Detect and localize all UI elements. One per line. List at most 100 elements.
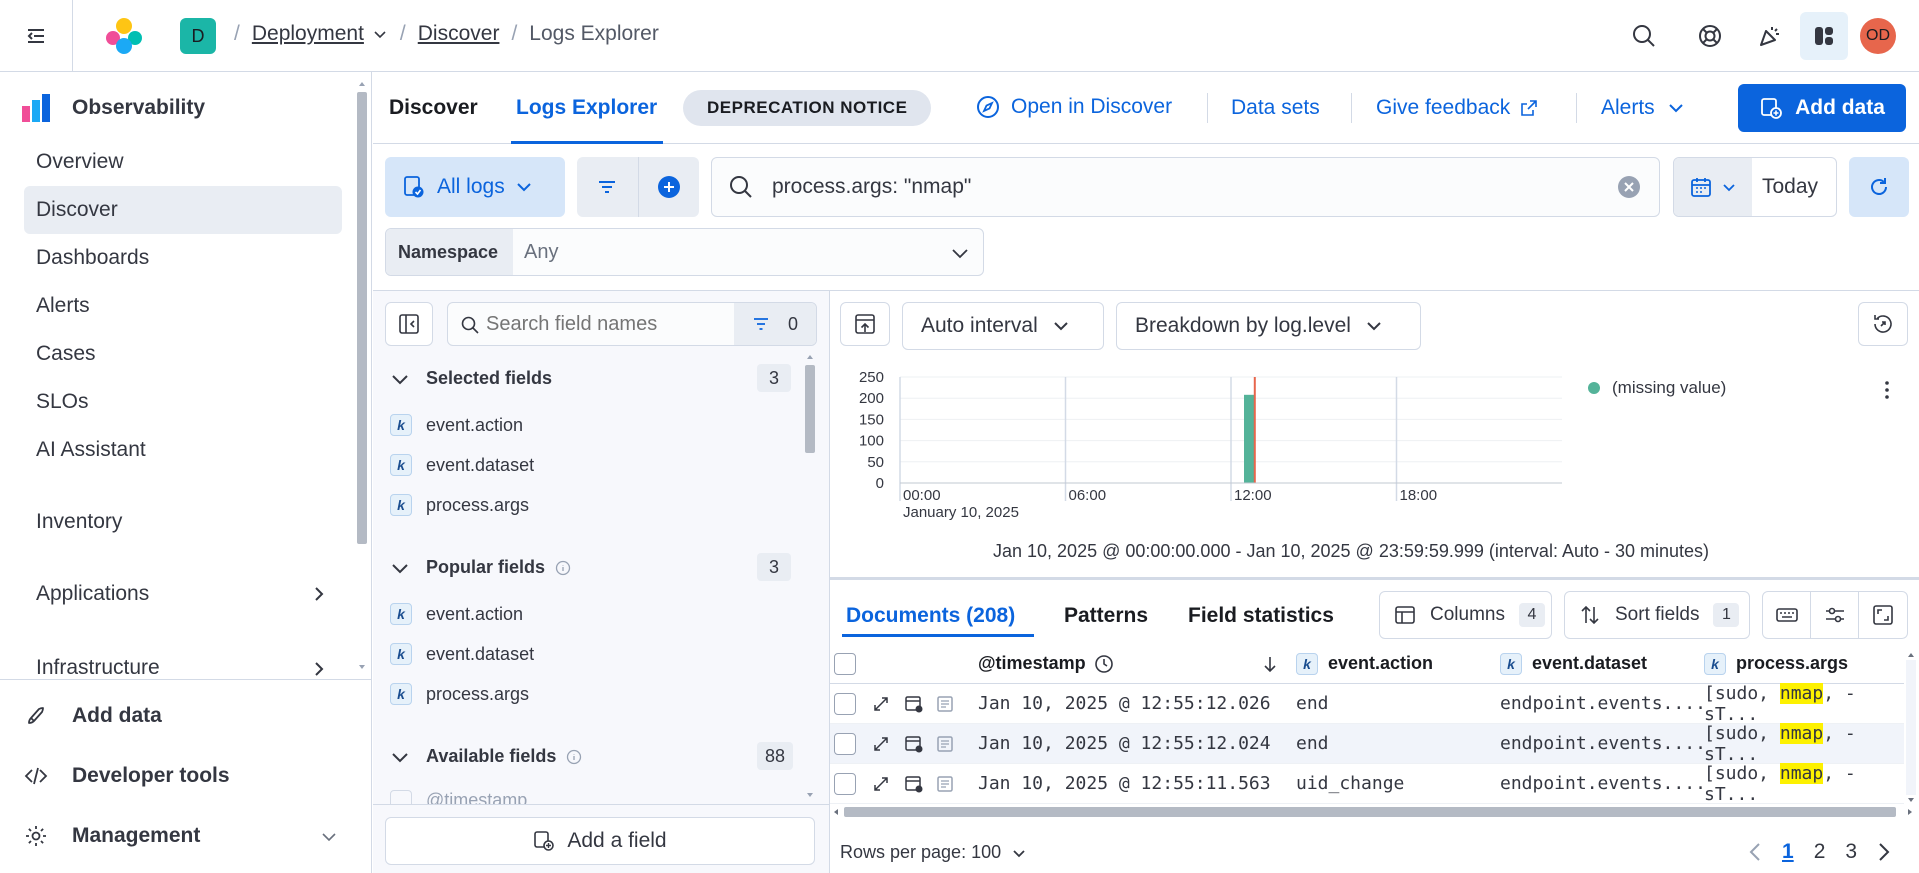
page-1[interactable]: 1	[1782, 840, 1794, 864]
add-data-button[interactable]: Add data	[1738, 84, 1906, 132]
chevron-right-icon[interactable]	[1877, 842, 1891, 862]
column-header-event-dataset[interactable]: k event.dataset	[1500, 652, 1647, 675]
select-all-checkbox[interactable]	[834, 652, 856, 675]
popular-field-item[interactable]: k event.action	[390, 594, 523, 634]
add-field-button[interactable]: Add a field	[385, 817, 815, 865]
tab-logs-explorer[interactable]: Logs Explorer	[516, 96, 657, 120]
sidebar-item-cases[interactable]: Cases	[24, 330, 342, 378]
column-header-timestamp[interactable]: @timestamp	[978, 653, 1114, 674]
collapse-sidebar-icon[interactable]	[385, 302, 433, 346]
display-settings-icon[interactable]	[1811, 592, 1859, 638]
sidebar-item-inventory[interactable]: Inventory	[24, 498, 342, 546]
footer-management[interactable]: Management	[72, 824, 200, 848]
space-avatar[interactable]: D	[180, 18, 216, 54]
sidebar-item-slos[interactable]: SLOs	[24, 378, 342, 426]
field-type-filter[interactable]: 0	[734, 303, 816, 345]
columns-button[interactable]: Columns 4	[1379, 591, 1552, 639]
sidebar-item-discover[interactable]: Discover	[24, 186, 342, 234]
row-checkbox[interactable]	[834, 692, 856, 715]
selected-field-item[interactable]: k process.args	[390, 485, 529, 525]
fullscreen-icon[interactable]	[1859, 592, 1907, 638]
resize-handle[interactable]	[830, 577, 1919, 580]
tab-documents[interactable]: Documents (208)	[846, 604, 1015, 628]
toggle-histogram-icon[interactable]	[840, 302, 890, 346]
chevron-down-icon[interactable]	[372, 26, 388, 42]
more-options-icon[interactable]	[1882, 380, 1892, 400]
chart-options-icon[interactable]	[1858, 302, 1908, 346]
column-header-process-args[interactable]: k process.args	[1704, 652, 1848, 675]
clear-icon[interactable]	[1617, 175, 1641, 199]
elastic-logo-icon[interactable]	[104, 16, 144, 56]
footer-add-data[interactable]: Add data	[72, 704, 162, 728]
tab-patterns[interactable]: Patterns	[1064, 604, 1148, 628]
selected-field-item[interactable]: k event.dataset	[390, 445, 534, 485]
sidebar-scrollbar[interactable]	[356, 78, 368, 673]
date-value[interactable]: Today	[1762, 175, 1818, 199]
table-vertical-scrollbar[interactable]	[1904, 650, 1918, 805]
expand-icon[interactable]	[872, 735, 890, 753]
breadcrumb-deployment[interactable]: Deployment	[252, 22, 364, 46]
data-sets-link[interactable]: Data sets	[1231, 96, 1320, 120]
table-row[interactable]: Jan 10, 2025 @ 12:55:11.563 uid_change e…	[830, 762, 1904, 805]
row-checkbox[interactable]	[834, 772, 856, 795]
selected-field-item[interactable]: k event.action	[390, 405, 523, 445]
sidebar-item-overview[interactable]: Overview	[24, 138, 342, 186]
keyboard-icon[interactable]	[1763, 592, 1811, 638]
date-quick-menu[interactable]	[1674, 158, 1752, 216]
news-icon[interactable]	[1746, 12, 1794, 60]
calendar-tag-icon[interactable]	[904, 694, 924, 714]
sidebar-item-infrastructure[interactable]: Infrastructure	[24, 642, 342, 682]
tab-field-statistics[interactable]: Field statistics	[1188, 604, 1334, 628]
column-header-event-action[interactable]: k event.action	[1296, 652, 1433, 675]
field-list-scrollbar[interactable]	[804, 353, 816, 799]
tab-discover[interactable]: Discover	[389, 96, 478, 120]
info-icon[interactable]	[555, 560, 571, 576]
namespace-filter[interactable]: Namespace Any	[385, 228, 984, 276]
chart-legend[interactable]: (missing value)	[1588, 378, 1726, 398]
avatar[interactable]: OD	[1860, 18, 1896, 54]
interval-selector[interactable]: Auto interval	[902, 302, 1104, 350]
deprecation-notice-badge[interactable]: DEPRECATION NOTICE	[683, 90, 932, 126]
page-2[interactable]: 2	[1814, 840, 1826, 864]
add-filter-icon[interactable]	[639, 157, 699, 217]
refresh-button[interactable]	[1849, 157, 1909, 217]
give-feedback-link[interactable]: Give feedback	[1376, 96, 1538, 120]
available-field-item[interactable]: @timestamp	[390, 790, 527, 804]
filter-options-icon[interactable]	[577, 157, 637, 217]
document-icon[interactable]	[936, 735, 954, 753]
alerts-menu[interactable]: Alerts	[1601, 96, 1685, 120]
table-horizontal-scrollbar[interactable]	[830, 805, 1918, 819]
expand-icon[interactable]	[872, 695, 890, 713]
footer-developer-tools[interactable]: Developer tools	[72, 764, 230, 788]
search-icon[interactable]	[1620, 12, 1668, 60]
sidebar-item-applications[interactable]: Applications	[24, 570, 342, 618]
popular-field-item[interactable]: k event.dataset	[390, 634, 534, 674]
chevron-down-icon[interactable]	[320, 828, 338, 846]
table-row[interactable]: Jan 10, 2025 @ 12:55:12.026 end endpoint…	[830, 682, 1904, 725]
sidebar-item-ai-assistant[interactable]: AI Assistant	[24, 426, 342, 474]
chevron-left-icon[interactable]	[1748, 842, 1762, 862]
field-search-input[interactable]	[486, 309, 666, 339]
popular-field-item[interactable]: k process.args	[390, 674, 529, 714]
page-3[interactable]: 3	[1845, 840, 1857, 864]
available-fields-toggle[interactable]: Available fields	[390, 746, 582, 767]
breakdown-selector[interactable]: Breakdown by log.level	[1116, 302, 1421, 350]
query-input[interactable]: process.args: "nmap"	[711, 157, 1660, 217]
popular-fields-toggle[interactable]: Popular fields	[390, 557, 571, 578]
help-icon[interactable]	[1686, 12, 1734, 60]
rows-per-page[interactable]: Rows per page: 100	[840, 842, 1027, 863]
histogram-chart[interactable]: 0 50 100 150 200 250 00:00 06:00 12:00 18:00 Janua…	[840, 360, 1570, 530]
collapse-nav-icon[interactable]	[12, 12, 60, 60]
sidebar-item-dashboards[interactable]: Dashboards	[24, 234, 342, 282]
calendar-tag-icon[interactable]	[904, 774, 924, 794]
sort-desc-icon[interactable]	[1260, 654, 1280, 674]
table-row[interactable]: Jan 10, 2025 @ 12:55:12.024 end endpoint…	[830, 722, 1904, 765]
sidebar-item-alerts[interactable]: Alerts	[24, 282, 342, 330]
document-icon[interactable]	[936, 695, 954, 713]
info-icon[interactable]	[566, 749, 582, 765]
expand-icon[interactable]	[872, 775, 890, 793]
selected-fields-toggle[interactable]: Selected fields	[390, 368, 552, 389]
open-in-discover-link[interactable]: Open in Discover	[975, 94, 1172, 120]
breadcrumb-discover[interactable]: Discover	[418, 22, 500, 46]
calendar-tag-icon[interactable]	[904, 734, 924, 754]
